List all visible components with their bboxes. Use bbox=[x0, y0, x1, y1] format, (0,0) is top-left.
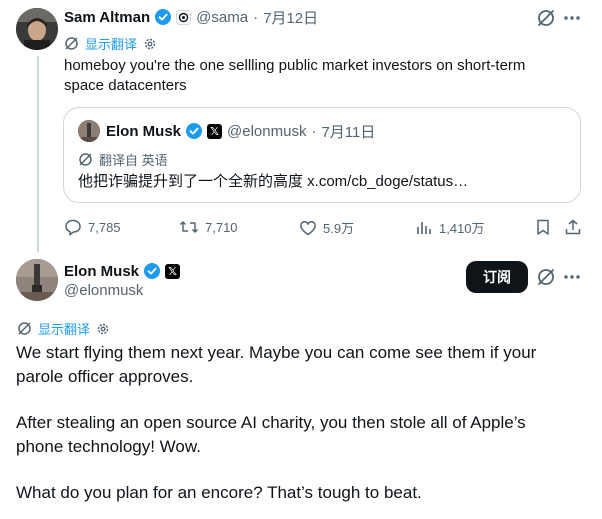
author-handle[interactable]: @sama bbox=[196, 9, 248, 26]
share-icon[interactable] bbox=[564, 218, 582, 236]
settings-gear-icon[interactable] bbox=[143, 37, 157, 51]
view-count-button[interactable]: 1,410万 bbox=[415, 218, 485, 237]
settings-gear-icon[interactable] bbox=[96, 322, 110, 336]
reply-count: 7,785 bbox=[88, 219, 121, 235]
main-post-text: We start flying them next year. Maybe yo… bbox=[16, 341, 591, 505]
analytics-bar-icon bbox=[415, 219, 433, 237]
verified-badge-icon bbox=[155, 9, 172, 25]
show-translation-link[interactable]: 显示翻译 bbox=[38, 319, 90, 338]
avatar-sam-altman[interactable] bbox=[16, 8, 58, 50]
quote-author-handle[interactable]: @elonmusk bbox=[227, 123, 306, 140]
translate-icon bbox=[17, 321, 32, 336]
quote-date[interactable]: 7月11日 bbox=[321, 121, 375, 142]
reply-text-line: homeboy you're the one sellling public m… bbox=[64, 57, 526, 74]
separator-dot: · bbox=[253, 8, 259, 26]
affiliate-badge-icon bbox=[176, 9, 192, 25]
paragraph-line: After stealing an open source AI charity… bbox=[16, 413, 526, 432]
translate-icon bbox=[78, 152, 93, 167]
reply-text: homeboy you're the one sellling public m… bbox=[64, 56, 594, 96]
reply-header: Sam Altman @sama · 7月12日 bbox=[64, 7, 318, 27]
main-show-translation-row[interactable]: 显示翻译 bbox=[17, 319, 110, 338]
repost-count: 7,710 bbox=[205, 219, 238, 235]
thread-connector-line bbox=[37, 56, 39, 252]
main-author-name[interactable]: Elon Musk bbox=[64, 263, 139, 280]
separator-dot: · bbox=[311, 122, 317, 140]
quote-text: 他把诈骗提升到了一个全新的高度 x.com/cb_doge/status… bbox=[78, 173, 469, 190]
more-options-icon[interactable] bbox=[562, 267, 582, 287]
show-translation-row[interactable]: 显示翻译 bbox=[64, 34, 157, 53]
heart-icon bbox=[299, 219, 317, 237]
grok-icon[interactable] bbox=[536, 267, 556, 287]
paragraph-line: phone technology! Wow. bbox=[16, 437, 201, 456]
verified-badge-icon bbox=[144, 263, 161, 279]
repost-icon bbox=[179, 218, 199, 236]
bookmark-icon[interactable] bbox=[534, 218, 552, 236]
repost-count-button[interactable]: 7,710 bbox=[179, 218, 238, 236]
x-affiliate-badge-icon: 𝕏 bbox=[165, 263, 181, 279]
paragraph-line: What do you plan for an encore? That’s t… bbox=[16, 483, 422, 502]
like-count: 5.9万 bbox=[323, 221, 355, 236]
paragraph-line: We start flying them next year. Maybe yo… bbox=[16, 343, 537, 362]
quote-header: Elon Musk 𝕏 @elonmusk · 7月11日 bbox=[106, 121, 375, 141]
reply-count-button[interactable]: 7,785 bbox=[64, 218, 121, 236]
show-translation-link[interactable]: 显示翻译 bbox=[85, 34, 137, 53]
translated-from-label: 翻译自 英语 bbox=[99, 153, 168, 168]
grok-icon[interactable] bbox=[536, 8, 556, 28]
main-author-name-row: Elon Musk 𝕏 bbox=[64, 261, 181, 281]
paragraph-line: parole officer approves. bbox=[16, 367, 194, 386]
more-options-icon[interactable] bbox=[562, 8, 582, 28]
like-count-button[interactable]: 5.9万 bbox=[299, 218, 354, 237]
avatar-elon-musk[interactable] bbox=[16, 259, 58, 301]
quote-author-name[interactable]: Elon Musk bbox=[106, 123, 181, 140]
verified-badge-icon bbox=[186, 123, 203, 139]
subscribe-button[interactable]: 订阅 bbox=[466, 261, 528, 293]
view-count: 1,410万 bbox=[439, 221, 485, 236]
translate-icon bbox=[64, 36, 79, 51]
reply-icon bbox=[64, 218, 82, 236]
post-date[interactable]: 7月12日 bbox=[263, 7, 318, 28]
main-author-handle[interactable]: @elonmusk bbox=[64, 282, 143, 299]
quote-translated-row: 翻译自 英语 bbox=[78, 150, 168, 169]
reply-text-line: space datacenters bbox=[64, 77, 187, 94]
x-affiliate-badge-icon: 𝕏 bbox=[207, 123, 223, 139]
author-name[interactable]: Sam Altman bbox=[64, 9, 150, 26]
quote-avatar[interactable] bbox=[78, 120, 100, 142]
